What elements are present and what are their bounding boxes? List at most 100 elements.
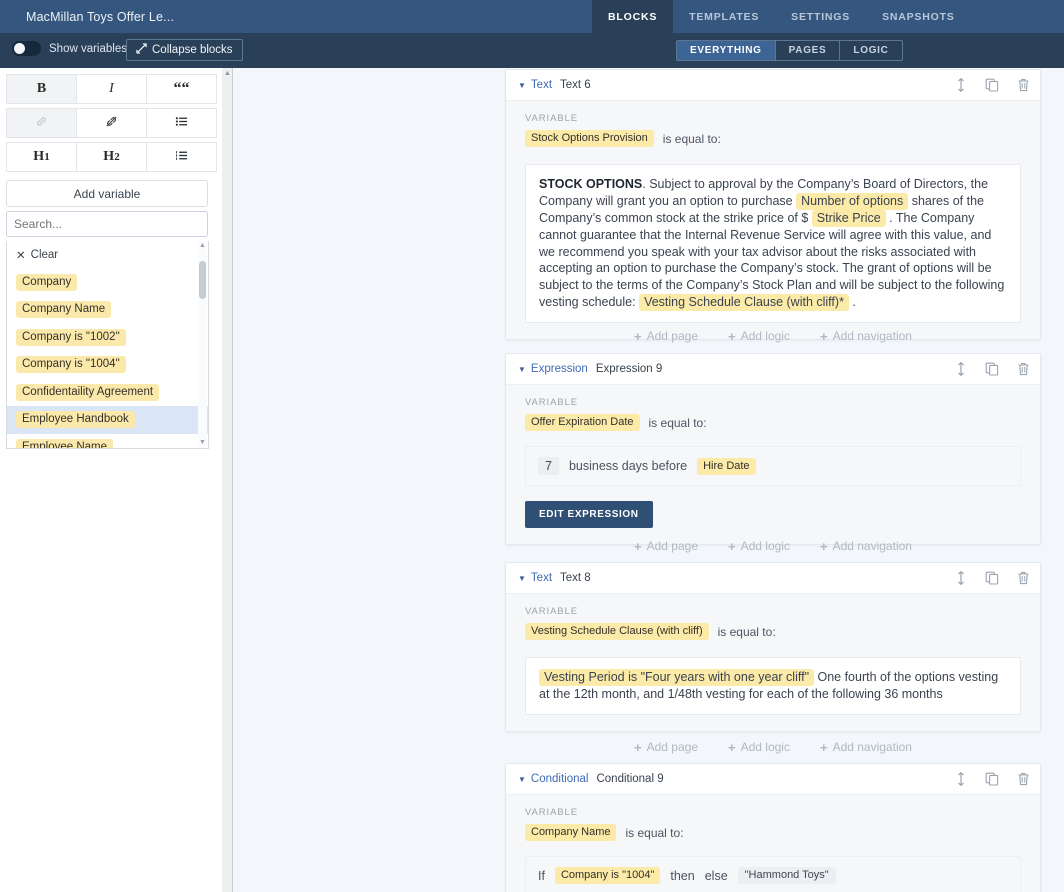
expression-preview[interactable]: 7 business days before Hire Date [525, 446, 1021, 486]
add-logic-button[interactable]: + Add logic [728, 740, 790, 755]
add-navigation-button[interactable]: + Add navigation [820, 329, 912, 344]
variable-chip[interactable]: Company Name [525, 824, 617, 841]
variable-chip: Company [16, 273, 78, 291]
move-icon[interactable] [955, 78, 967, 92]
nav-tab-snapshots[interactable]: SNAPSHOTS [866, 0, 971, 33]
bullet-list-icon [175, 115, 188, 131]
edit-expression-button[interactable]: EDIT EXPRESSION [525, 501, 653, 528]
italic-button[interactable]: I [76, 74, 147, 104]
link-icon [35, 115, 48, 131]
segment-logic[interactable]: LOGIC [840, 41, 901, 60]
expression-number[interactable]: 7 [538, 457, 559, 475]
variable-list-scrollbar[interactable]: ▲ ▼ [198, 241, 207, 447]
expression-operator: business days before [568, 459, 688, 473]
block-type-label: Expression [530, 363, 588, 375]
variable-chip[interactable]: Offer Expiration Date [525, 414, 640, 431]
variable-item-company-name[interactable]: Company Name [7, 296, 208, 324]
nav-tab-templates[interactable]: TEMPLATES [673, 0, 775, 33]
add-logic-button[interactable]: + Add logic [728, 539, 790, 554]
scroll-down-icon[interactable]: ▼ [199, 439, 206, 446]
duplicate-icon[interactable] [985, 571, 999, 585]
move-icon[interactable] [955, 772, 967, 786]
page-scrollbar[interactable]: ▲ [222, 68, 233, 892]
unlink-button[interactable] [76, 108, 147, 138]
page-scroll-up-icon[interactable]: ▲ [224, 70, 231, 77]
inline-variable-chip-number-of-options[interactable]: Number of options [796, 192, 909, 210]
delete-icon[interactable] [1017, 362, 1030, 376]
block-body: VARIABLE Offer Expiration Date is equal … [506, 385, 1040, 544]
show-variables-toggle-group[interactable]: Show variables [12, 41, 127, 56]
duplicate-icon[interactable] [985, 362, 999, 376]
chevron-down-icon[interactable]: ▼ [518, 775, 526, 784]
nav-tab-settings[interactable]: SETTINGS [775, 0, 866, 33]
main-nav-tabs: BLOCKS TEMPLATES SETTINGS SNAPSHOTS [592, 0, 971, 33]
duplicate-icon[interactable] [985, 772, 999, 786]
blockquote-button[interactable]: ““ [146, 74, 217, 104]
document-title: MacMillan Toys Offer Le... [26, 9, 174, 24]
show-variables-toggle[interactable] [12, 41, 41, 56]
rich-text-content[interactable]: Vesting Period is "Four years with one y… [525, 657, 1021, 715]
block-text-6[interactable]: ▼ Text Text 6 VARIABLE Stock Options Pro… [505, 69, 1041, 340]
variable-item-company-is-1004[interactable]: Company is "1004" [7, 351, 208, 379]
add-logic-label: Add logic [740, 329, 790, 343]
block-header: ▼ Expression Expression 9 [506, 354, 1040, 385]
link-button[interactable] [6, 108, 77, 138]
variable-chip[interactable]: Vesting Schedule Clause (with cliff) [525, 623, 709, 640]
variable-item-employee-handbook[interactable]: Employee Handbook [7, 406, 208, 434]
heading-1-button[interactable]: H1 [6, 142, 77, 172]
add-page-button[interactable]: + Add page [634, 740, 698, 755]
duplicate-icon[interactable] [985, 78, 999, 92]
condition-chip[interactable]: Company is "1004" [554, 867, 661, 884]
add-navigation-button[interactable]: + Add navigation [820, 740, 912, 755]
bullet-list-button[interactable] [146, 108, 217, 138]
scroll-up-icon[interactable]: ▲ [199, 242, 206, 249]
add-navigation-button[interactable]: + Add navigation [820, 539, 912, 554]
else-value-chip[interactable]: "Hammond Toys" [737, 867, 836, 884]
segment-pages[interactable]: PAGES [776, 41, 841, 60]
add-logic-button[interactable]: + Add logic [728, 329, 790, 344]
variable-assignment-line: Company Name is equal to: [525, 824, 1021, 841]
variable-list-inner: ✕ Clear Company Company Name Company is … [7, 241, 208, 448]
equals-label: is equal to: [648, 415, 707, 430]
chevron-down-icon[interactable]: ▼ [518, 81, 526, 90]
search-input[interactable] [6, 211, 208, 237]
conditional-preview[interactable]: If Company is "1004" then else "Hammond … [525, 856, 1021, 892]
add-page-button[interactable]: + Add page [634, 539, 698, 554]
delete-icon[interactable] [1017, 772, 1030, 786]
variable-item-employee-name[interactable]: Employee Name [7, 434, 208, 448]
plus-icon: + [634, 739, 642, 755]
add-page-button[interactable]: + Add page [634, 329, 698, 344]
scrollbar-thumb[interactable] [199, 261, 206, 299]
variable-item-company[interactable]: Company [7, 269, 208, 297]
variable-chip[interactable]: Stock Options Provision [525, 130, 654, 147]
block-conditional-9[interactable]: ▼ Conditional Conditional 9 VARIABLE Com… [505, 763, 1041, 892]
chevron-down-icon[interactable]: ▼ [518, 574, 526, 583]
variable-item-confidentiality-agreement[interactable]: Confidentaility Agreement [7, 379, 208, 407]
variable-item-company-is-1002[interactable]: Company is "1002" [7, 324, 208, 352]
expression-operand-chip[interactable]: Hire Date [697, 457, 756, 475]
chevron-down-icon[interactable]: ▼ [518, 365, 526, 374]
nav-tab-blocks[interactable]: BLOCKS [592, 0, 674, 33]
bold-icon: B [36, 81, 47, 96]
toggle-knob [14, 43, 25, 54]
heading-2-button[interactable]: H2 [76, 142, 147, 172]
move-icon[interactable] [955, 571, 967, 585]
variable-list-clear-row[interactable]: ✕ Clear [7, 241, 208, 269]
collapse-blocks-button[interactable]: Collapse blocks [126, 39, 243, 61]
variable-section-label: VARIABLE [525, 606, 578, 617]
inline-variable-chip-vesting-period[interactable]: Vesting Period is "Four years with one y… [539, 669, 815, 686]
block-expression-9[interactable]: ▼ Expression Expression 9 VARIABLE Offer… [505, 353, 1041, 545]
bold-button[interactable]: B [6, 74, 77, 104]
numbered-list-button[interactable] [146, 142, 217, 172]
add-variable-button[interactable]: Add variable [6, 180, 208, 207]
delete-icon[interactable] [1017, 78, 1030, 92]
block-text-8[interactable]: ▼ Text Text 8 VARIABLE Vesting Schedule … [505, 562, 1041, 732]
rich-text-content[interactable]: STOCK OPTIONS. Subject to approval by th… [525, 164, 1021, 323]
plus-icon: + [634, 328, 642, 344]
inline-variable-chip-vesting-schedule[interactable]: Vesting Schedule Clause (with cliff)* [639, 294, 849, 312]
move-icon[interactable] [955, 362, 967, 376]
inline-variable-chip-strike-price[interactable]: Strike Price [811, 209, 886, 227]
formatting-row-2 [6, 108, 217, 138]
delete-icon[interactable] [1017, 571, 1030, 585]
segment-everything[interactable]: EVERYTHING [677, 41, 776, 60]
